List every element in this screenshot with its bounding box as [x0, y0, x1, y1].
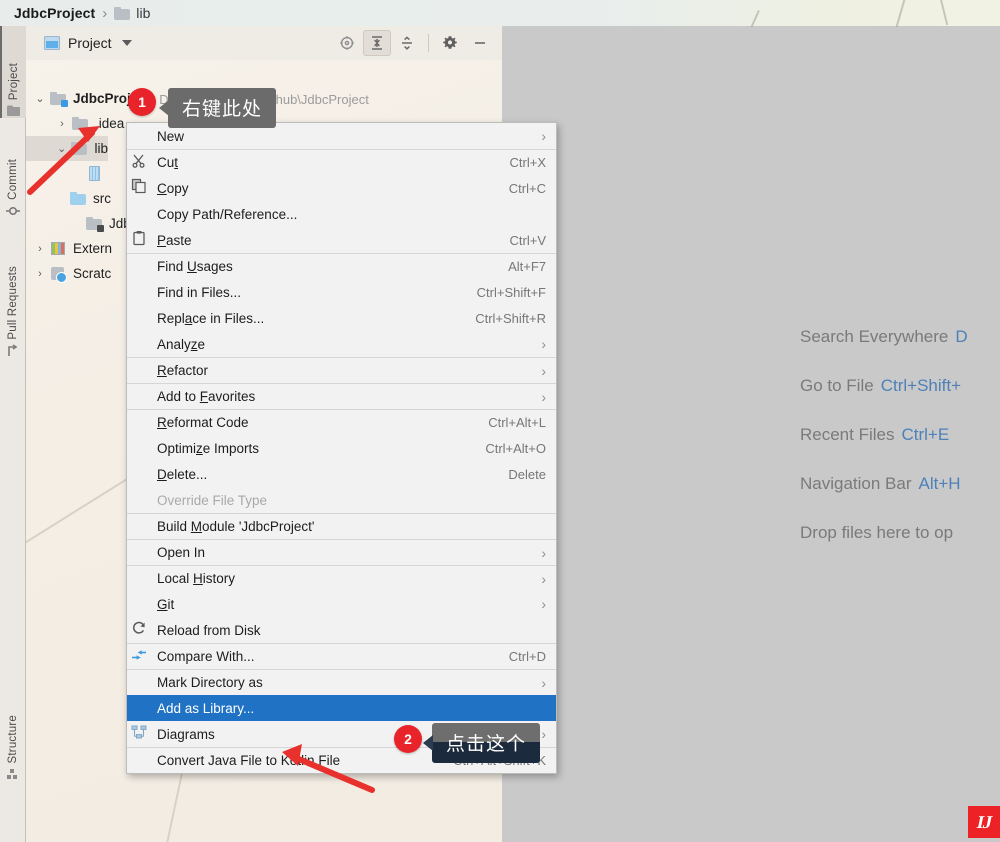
- step-badge-2: 2: [394, 725, 422, 753]
- callout-tail-icon: [159, 100, 169, 116]
- callout-tail-icon: [423, 735, 433, 751]
- callout-text: 点击这个: [446, 734, 527, 755]
- callout-text: 右键此处: [182, 99, 263, 120]
- callout-right-click-here: 右键此处: [159, 88, 277, 128]
- ide-window: JdbcProject › lib Project Commit Pull Re…: [0, 0, 1000, 842]
- step-badge-1: 1: [128, 88, 156, 116]
- callout-click-this: 点击这个: [423, 723, 541, 763]
- arrow-annotation-2: [282, 744, 375, 793]
